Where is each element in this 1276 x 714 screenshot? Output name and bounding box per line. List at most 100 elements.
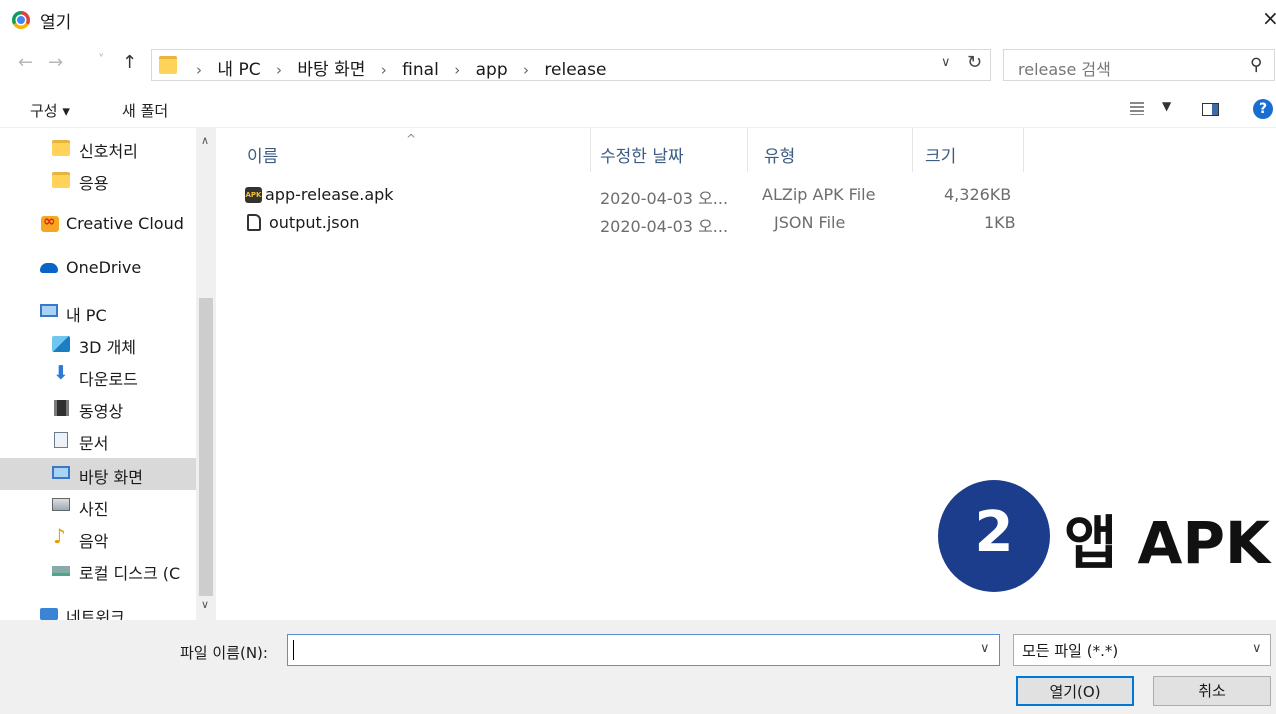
scroll-down-icon[interactable]: ∨ bbox=[201, 598, 209, 611]
column-header-type[interactable]: 유형 bbox=[748, 128, 912, 172]
table-row[interactable]: output.json 2020-04-03 오... JSON File 1K… bbox=[238, 209, 1018, 237]
search-input[interactable]: release 검색 ⚲ bbox=[1003, 49, 1275, 81]
file-type: ALZip APK File bbox=[762, 185, 876, 204]
text-cursor bbox=[293, 640, 294, 660]
chevron-down-icon[interactable]: ∨ bbox=[1252, 641, 1262, 656]
sidebar-item-label: 네트워크 bbox=[66, 608, 125, 620]
chevron-down-icon[interactable]: ▼ bbox=[1162, 99, 1171, 113]
sidebar-item-signal-processing[interactable]: 신호처리 bbox=[0, 132, 196, 164]
back-arrow-icon[interactable]: ← bbox=[18, 52, 33, 73]
breadcrumb-item[interactable]: final bbox=[402, 60, 439, 80]
window-title: 열기 bbox=[40, 13, 72, 33]
breadcrumb-item[interactable]: 바탕 화면 bbox=[297, 60, 365, 80]
filename-input[interactable]: ∨ bbox=[287, 634, 1000, 666]
file-modified: 2020-04-03 오... bbox=[600, 189, 729, 208]
sidebar-scrollbar[interactable]: ∧ ∨ bbox=[196, 128, 216, 620]
refresh-icon[interactable]: ↻ bbox=[967, 52, 982, 73]
close-icon[interactable]: × bbox=[1262, 6, 1276, 30]
chevron-down-icon[interactable]: ∨ bbox=[941, 55, 951, 70]
search-icon[interactable]: ⚲ bbox=[1250, 55, 1262, 75]
sidebar-item-local-disk[interactable]: 로컬 디스크 (C bbox=[0, 554, 196, 586]
sidebar-item-pictures[interactable]: 사진 bbox=[0, 490, 196, 522]
sidebar-item-label: 바탕 화면 bbox=[79, 468, 143, 487]
preview-pane-icon[interactable] bbox=[1202, 103, 1219, 116]
pictures-icon bbox=[52, 498, 70, 511]
sort-ascending-icon: ^ bbox=[406, 132, 417, 146]
file-size: 4,326KB bbox=[944, 185, 1012, 204]
chrome-icon bbox=[12, 11, 30, 29]
search-placeholder: release 검색 bbox=[1018, 60, 1111, 79]
new-folder-button[interactable]: 새 폴더 bbox=[122, 100, 168, 121]
sidebar-item-3d-objects[interactable]: 3D 개체 bbox=[0, 328, 196, 360]
filename-label: 파일 이름(N): bbox=[180, 644, 268, 662]
sidebar-item-this-pc[interactable]: 내 PC bbox=[0, 296, 196, 328]
address-bar[interactable]: › 내 PC › 바탕 화면 › final › app › release ∨… bbox=[151, 49, 991, 81]
breadcrumb-item[interactable]: release bbox=[544, 60, 606, 80]
sidebar-item-videos[interactable]: 동영상 bbox=[0, 392, 196, 424]
forward-arrow-icon[interactable]: → bbox=[48, 52, 63, 73]
download-icon bbox=[53, 362, 69, 384]
desktop-icon bbox=[52, 466, 70, 479]
file-list: ^ 이름 수정한 날짜 유형 크기 APK app-release.apk 20… bbox=[216, 128, 1276, 620]
3d-objects-icon bbox=[52, 336, 70, 352]
pc-icon bbox=[40, 304, 58, 317]
sidebar-item-creative-cloud[interactable]: Creative Cloud bbox=[0, 208, 196, 240]
sidebar-item-desktop[interactable]: 바탕 화면 bbox=[0, 458, 196, 490]
breadcrumb-separator: › bbox=[196, 61, 202, 79]
column-header-modified[interactable]: 수정한 날짜 bbox=[591, 128, 747, 172]
sidebar-item-label: 문서 bbox=[79, 434, 109, 453]
disk-icon bbox=[52, 566, 70, 576]
sidebar-item-label: 음악 bbox=[79, 532, 109, 551]
column-divider[interactable] bbox=[1023, 128, 1024, 172]
file-type-value: 모든 파일 (*.*) bbox=[1022, 642, 1119, 660]
sidebar-item-onedrive[interactable]: OneDrive bbox=[0, 252, 196, 284]
table-row[interactable]: APK app-release.apk 2020-04-03 오... ALZi… bbox=[238, 181, 1018, 209]
organize-menu-button[interactable]: 구성 ▾ bbox=[30, 100, 70, 121]
file-modified: 2020-04-03 오... bbox=[600, 217, 729, 236]
help-icon[interactable]: ? bbox=[1253, 99, 1273, 119]
file-type: JSON File bbox=[774, 213, 846, 232]
column-header-label: 크기 bbox=[925, 147, 957, 167]
view-options-icon[interactable] bbox=[1130, 102, 1144, 115]
scrollbar-thumb[interactable] bbox=[199, 298, 213, 596]
open-button[interactable]: 열기(O) bbox=[1016, 676, 1134, 706]
navigation-bar: ← → ˅ ↑ › 내 PC › 바탕 화면 › final › app › r… bbox=[0, 42, 1276, 90]
creative-cloud-icon bbox=[41, 212, 59, 232]
sidebar-item-application[interactable]: 응용 bbox=[0, 164, 196, 196]
recent-locations-chevron-icon[interactable]: ˅ bbox=[98, 53, 105, 68]
onedrive-cloud-icon bbox=[40, 263, 58, 273]
sidebar-item-label: 내 PC bbox=[66, 306, 107, 325]
file-type-select[interactable]: 모든 파일 (*.*) ∨ bbox=[1013, 634, 1271, 666]
cancel-button[interactable]: 취소 bbox=[1153, 676, 1271, 706]
scroll-up-icon[interactable]: ∧ bbox=[201, 134, 209, 147]
up-arrow-icon[interactable]: ↑ bbox=[122, 52, 137, 73]
breadcrumb-separator: › bbox=[454, 61, 461, 79]
sidebar-item-network[interactable]: 네트워크 bbox=[0, 598, 196, 620]
sidebar-item-label: 신호처리 bbox=[79, 142, 138, 161]
column-header-size[interactable]: 크기 bbox=[913, 128, 1023, 172]
column-header-name[interactable]: ^ 이름 bbox=[216, 128, 590, 172]
music-icon bbox=[52, 524, 70, 548]
breadcrumb-separator: › bbox=[275, 61, 282, 79]
breadcrumb-item[interactable]: 내 PC bbox=[217, 60, 260, 80]
json-file-icon bbox=[247, 214, 261, 231]
sidebar-item-label: 로컬 디스크 (C bbox=[79, 564, 181, 583]
title-bar: 열기 × bbox=[0, 0, 1276, 42]
apk-file-icon: APK bbox=[245, 187, 262, 203]
folder-icon bbox=[159, 56, 177, 74]
breadcrumb-item[interactable]: app bbox=[476, 60, 508, 80]
sidebar-item-music[interactable]: 음악 bbox=[0, 522, 196, 554]
sidebar-item-documents[interactable]: 문서 bbox=[0, 424, 196, 456]
sidebar-item-downloads[interactable]: 다운로드 bbox=[0, 360, 196, 392]
folder-icon bbox=[52, 172, 70, 188]
chevron-down-icon[interactable]: ∨ bbox=[980, 641, 990, 656]
sidebar-item-label: 사진 bbox=[79, 500, 109, 519]
folder-icon bbox=[52, 140, 70, 156]
navigation-pane: 신호처리 응용 Creative Cloud OneDrive 내 PC 3D … bbox=[0, 128, 216, 620]
breadcrumb: › 내 PC › 바탕 화면 › final › app › release bbox=[186, 55, 606, 80]
column-header-label: 이름 bbox=[247, 147, 279, 167]
sidebar-item-label: 동영상 bbox=[79, 402, 124, 421]
command-bar: 구성 ▾ 새 폴더 ▼ ? bbox=[0, 90, 1276, 128]
document-icon bbox=[54, 432, 68, 448]
file-size: 1KB bbox=[984, 213, 1016, 232]
